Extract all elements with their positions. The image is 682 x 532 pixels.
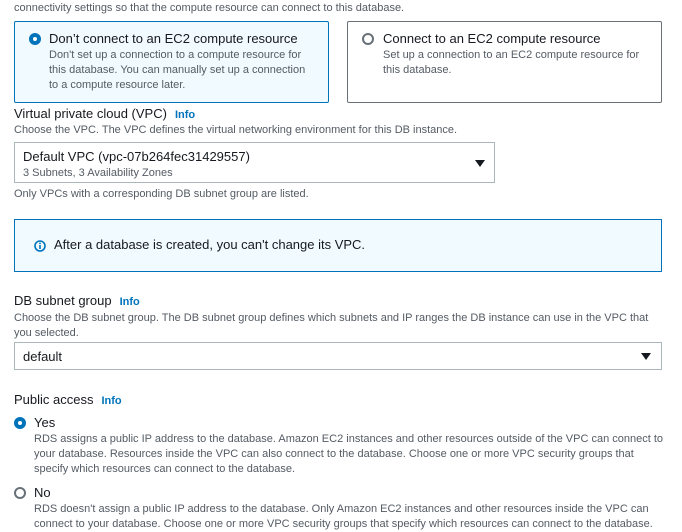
radio-public-yes[interactable] [14,417,26,429]
vpc-selected-value: Default VPC (vpc-07b264fec31429557) [23,149,250,164]
radio-public-no[interactable] [14,487,26,499]
ec2-option-dont-connect[interactable]: Don’t connect to an EC2 compute resource… [14,21,329,103]
vpc-selected-sub: 3 Subnets, 3 Availability Zones [23,167,173,179]
public-no-title[interactable]: No [34,485,51,500]
vpc-hint: Only VPCs with a corresponding DB subnet… [14,188,309,200]
vpc-description: Choose the VPC. The VPC defines the virt… [14,124,458,136]
subnet-select[interactable]: default [14,342,662,370]
vpc-alert-text: After a database is created, you can't c… [54,237,366,252]
ec2-option-dont-connect-title: Don’t connect to an EC2 compute resource [49,31,298,46]
radio-dont-connect[interactable] [29,33,41,45]
connectivity-intro-text: connectivity settings so that the comput… [14,2,405,14]
public-no-desc: RDS doesn't assign a public IP address t… [34,503,653,530]
ec2-option-connect[interactable]: Connect to an EC2 compute resource Set u… [347,21,662,103]
chevron-down-icon [475,160,485,167]
subnet-label: DB subnet group [14,293,112,308]
public-access-info-link[interactable]: Info [101,395,121,407]
public-yes-desc: RDS assigns a public IP address to the d… [34,433,663,475]
public-access-label: Public access [14,392,94,407]
subnet-description: Choose the DB subnet group. The DB subne… [14,312,649,339]
vpc-select[interactable]: Default VPC (vpc-07b264fec31429557) 3 Su… [14,142,495,183]
vpc-info-link[interactable]: Info [175,109,195,121]
ec2-option-connect-desc: Set up a connection to an EC2 compute re… [383,49,640,76]
subnet-selected-value: default [23,349,63,364]
vpc-info-alert: After a database is created, you can't c… [14,219,662,272]
subnet-label-row: DB subnet group Info [14,292,140,310]
ec2-option-connect-title: Connect to an EC2 compute resource [383,31,601,46]
info-icon [34,239,46,252]
public-yes-title[interactable]: Yes [34,415,55,430]
radio-connect[interactable] [362,33,374,45]
public-access-label-row: Public access Info [14,391,122,409]
vpc-label-row: Virtual private cloud (VPC) Info [14,105,195,123]
chevron-down-icon [641,353,651,360]
subnet-info-link[interactable]: Info [120,296,140,308]
ec2-option-dont-connect-desc: Don't set up a connection to a compute r… [49,49,306,91]
vpc-label: Virtual private cloud (VPC) [14,106,167,121]
